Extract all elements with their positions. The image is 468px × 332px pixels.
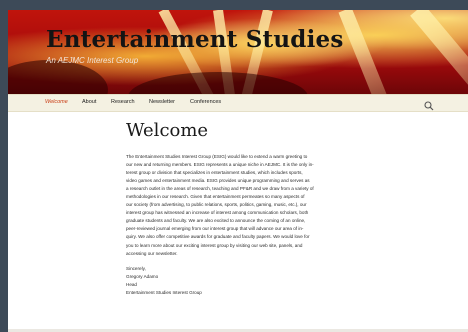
- crowd-silhouette: [128, 72, 308, 94]
- nav-item-research[interactable]: Research: [111, 99, 135, 105]
- paragraph-line: The Entertainment Studies Interest Group…: [126, 154, 308, 159]
- signature-role: Head: [126, 281, 137, 287]
- signature-block: Sincerely, Gregory Adamo Head Entertainm…: [126, 265, 356, 297]
- stage-light-beam: [338, 10, 404, 94]
- signature-line: Sincerely,: [126, 265, 146, 271]
- main-navigation: Welcome About Research Newsletter Confer…: [8, 94, 468, 112]
- paragraph-line: video games and entertainment media. ESI…: [126, 178, 310, 184]
- nav-item-conferences[interactable]: Conferences: [190, 99, 221, 105]
- paragraph-line: terest group or division that specialize…: [126, 170, 303, 176]
- header-banner: Entertainment Studies An AEJMC Interest …: [8, 10, 468, 94]
- web-page: Entertainment Studies An AEJMC Interest …: [8, 10, 468, 332]
- paragraph-line: a research outlet in the areas of resear…: [126, 186, 314, 192]
- stage-light-beam: [410, 10, 468, 94]
- welcome-paragraph: The Entertainment Studies Interest Group…: [126, 153, 356, 258]
- paragraph-line: accessing our newsletter.: [126, 250, 178, 256]
- paragraph-line: methodologies in our research. Given tha…: [126, 194, 305, 200]
- nav-item-welcome[interactable]: Welcome: [45, 99, 68, 105]
- page-title: Welcome: [126, 120, 209, 141]
- paragraph-line: graduate students and faculty. We are al…: [126, 218, 306, 224]
- nav-item-newsletter[interactable]: Newsletter: [149, 99, 175, 105]
- paragraph-line: our society (from advertising, to public…: [126, 202, 307, 208]
- signature-name: Gregory Adamo: [126, 273, 159, 279]
- paragraph-line: our new and returning members. ESIG repr…: [126, 162, 314, 168]
- main-content: Welcome The Entertainment Studies Intere…: [126, 120, 356, 297]
- browser-frame: Entertainment Studies An AEJMC Interest …: [0, 0, 468, 332]
- nav-item-about[interactable]: About: [82, 99, 96, 105]
- paragraph-line: peer-reviewed journal emerging from our …: [126, 226, 304, 232]
- signature-org: Entertainment Studies Interest Group: [126, 289, 202, 295]
- crowd-silhouette: [8, 60, 108, 94]
- search-icon[interactable]: [424, 98, 434, 111]
- paragraph-line: quiry. We also offer competitive awards …: [126, 234, 310, 240]
- site-tagline: An AEJMC Interest Group: [46, 56, 139, 65]
- paragraph-line: you to learn more about our exciting int…: [126, 242, 303, 248]
- paragraph-line: interest group has witnessed an increase…: [126, 210, 309, 216]
- site-title[interactable]: Entertainment Studies: [46, 26, 344, 53]
